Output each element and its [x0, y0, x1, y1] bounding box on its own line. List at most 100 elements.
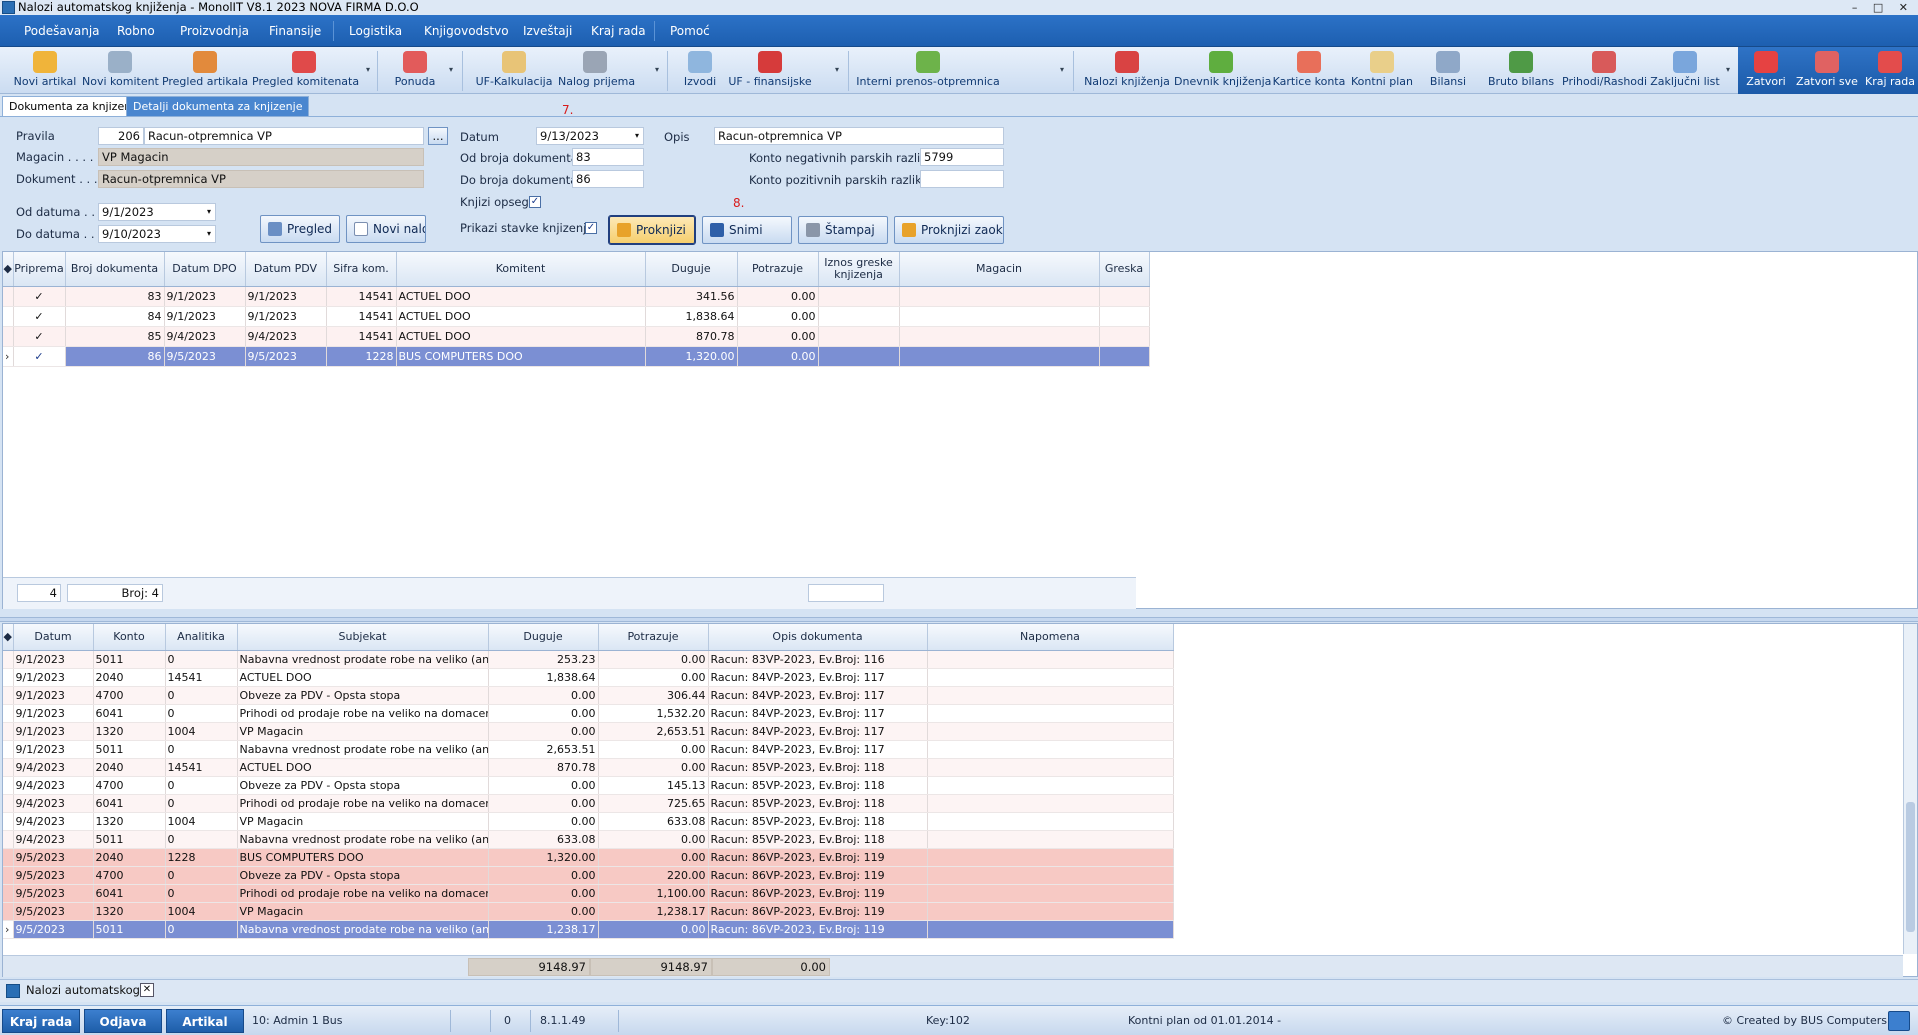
table-row-selected[interactable]: › ✓ 86 9/5/2023 9/5/2023 1228 BUS COMPUT…: [3, 346, 1150, 367]
table-row[interactable]: 9/4/2023 4700 0 Obveze za PDV - Opsta stopa…: [3, 776, 1174, 795]
uf-kalkulacija-button[interactable]: UF-Kalkulacija: [470, 47, 558, 94]
col-opis-dokumenta[interactable]: Opis dokumenta: [708, 624, 928, 651]
menu-podesavanja[interactable]: Podešavanja: [12, 15, 112, 47]
pregled-button[interactable]: Pregled: [260, 215, 340, 243]
menu-finansije[interactable]: Finansije: [257, 15, 333, 47]
interni-prenos-button[interactable]: Interni prenos-otpremnica: [856, 47, 1000, 94]
table-row[interactable]: 9/4/2023 1320 1004 VP Magacin 0.00 633.08 Racu…: [3, 812, 1174, 831]
konto-negativnih-field[interactable]: 5799: [920, 148, 1004, 166]
table-row[interactable]: 9/4/2023 6041 0 Prihodi od prodaje robe na …: [3, 794, 1174, 813]
nalozi-knjizenja-button[interactable]: Nalozi knjiženja: [1082, 47, 1172, 94]
network-icon[interactable]: [1888, 1011, 1910, 1031]
priprema-checkbox[interactable]: ✓: [13, 306, 66, 327]
menu-robno[interactable]: Robno: [105, 15, 167, 47]
chevron-down-icon[interactable]: ▾: [635, 128, 639, 144]
col-greska[interactable]: Greska: [1099, 252, 1150, 287]
table-row[interactable]: 9/1/2023 1320 1004 VP Magacin 0.00 2,653.51 Ra…: [3, 722, 1174, 741]
menu-izvestaji[interactable]: Izveštaji: [511, 15, 584, 47]
tab-detalji-dokumenta[interactable]: Detalji dokumenta za knjizenje: [126, 96, 310, 116]
col-magacin[interactable]: Magacin: [899, 252, 1100, 287]
prihodi-rashodi-button[interactable]: Prihodi/Rashodi: [1562, 47, 1647, 94]
col-duguje[interactable]: Duguje: [488, 624, 599, 651]
col-konto[interactable]: Konto: [93, 624, 166, 651]
pregled-artikala-button[interactable]: Pregled artikala: [160, 47, 250, 94]
window-controls[interactable]: – □ ✕: [1852, 0, 1914, 15]
menu-kraj-rada[interactable]: Kraj rada: [579, 15, 658, 47]
menu-knjigovodstvo[interactable]: Knjigovodstvo: [412, 15, 521, 47]
kontni-plan-button[interactable]: Kontni plan: [1350, 47, 1414, 94]
col-napomena[interactable]: Napomena: [927, 624, 1174, 651]
pravila-lookup-button[interactable]: ...: [428, 127, 448, 145]
table-row-selected[interactable]: › 9/5/2023 5011 0 Nabavna vrednost prodate r…: [3, 920, 1174, 939]
panel-splitter[interactable]: [0, 617, 1918, 622]
konto-pozitivnih-field[interactable]: [920, 170, 1004, 188]
menu-proizvodnja[interactable]: Proizvodnja: [168, 15, 261, 47]
table-row[interactable]: 9/5/2023 2040 1228 BUS COMPUTERS DOO 1,320.0…: [3, 848, 1174, 867]
col-komitent[interactable]: Komitent: [396, 252, 646, 287]
col-potrazuje[interactable]: Potrazuje: [737, 252, 819, 287]
table-row[interactable]: ✓ 83 9/1/2023 9/1/2023 14541 ACTUEL DOO …: [3, 286, 1150, 307]
pravila-code-field[interactable]: 206: [98, 127, 144, 145]
chevron-down-icon[interactable]: ▾: [366, 65, 370, 74]
proknjizi-zaokruzivanje-button[interactable]: Proknjizi zaokruživanje: [894, 216, 1004, 244]
col-duguje[interactable]: Duguje: [645, 252, 738, 287]
table-row[interactable]: 9/1/2023 4700 0 Obveze za PDV - Opsta stopa…: [3, 686, 1174, 705]
entries-vertical-scrollbar[interactable]: [1903, 624, 1917, 954]
datum-field[interactable]: 9/13/2023 ▾: [536, 127, 644, 145]
chevron-down-icon[interactable]: ▾: [207, 226, 211, 242]
menu-pomoc[interactable]: Pomoć: [658, 15, 722, 47]
opis-field[interactable]: Racun-otpremnica VP: [714, 127, 1004, 145]
novi-komitent-button[interactable]: Novi komitent: [82, 47, 159, 94]
od-datuma-field[interactable]: 9/1/2023 ▾: [98, 203, 216, 221]
table-row[interactable]: 9/1/2023 5011 0 Nabavna vrednost prodate ro…: [3, 740, 1174, 759]
table-row[interactable]: 9/5/2023 6041 0 Prihodi od prodaje robe na …: [3, 884, 1174, 903]
table-row[interactable]: 9/1/2023 2040 14541 ACTUEL DOO 1,838.64 0.00 R…: [3, 668, 1174, 687]
dnevnik-knjizenja-button[interactable]: Dnevnik knjiženja: [1174, 47, 1271, 94]
novi-nalog-button[interactable]: Novi nalog: [346, 215, 426, 243]
chevron-down-icon[interactable]: ▾: [207, 204, 211, 220]
col-subjekat[interactable]: Subjekat: [237, 624, 489, 651]
priprema-checkbox[interactable]: ✓: [13, 346, 66, 367]
col-sifra-kom[interactable]: Sifra kom.: [326, 252, 397, 287]
chevron-down-icon[interactable]: ▾: [1726, 65, 1730, 74]
izvodi-button[interactable]: Izvodi: [674, 47, 726, 94]
kartice-konta-button[interactable]: Kartice konta: [1270, 47, 1348, 94]
prikazi-stavke-checkbox[interactable]: ✓: [585, 222, 597, 234]
bilansi-button[interactable]: Bilansi: [1422, 47, 1474, 94]
stampaj-button[interactable]: Štampaj: [798, 216, 888, 244]
zakljucni-list-button[interactable]: Zaključni list: [1648, 47, 1722, 94]
col-broj-dokumenta[interactable]: Broj dokumenta: [65, 252, 165, 287]
zatvori-sve-button[interactable]: Zatvori sve: [1794, 47, 1860, 94]
col-datum-dpo[interactable]: Datum DPO: [164, 252, 246, 287]
table-row[interactable]: 9/4/2023 5011 0 Nabavna vrednost prodate ro…: [3, 830, 1174, 849]
table-row[interactable]: 9/1/2023 5011 0 Nabavna vrednost prodate ro…: [3, 650, 1174, 669]
pregled-komitenata-button[interactable]: Pregled komitenata: [252, 47, 359, 94]
odjava-button[interactable]: Odjava: [84, 1009, 162, 1033]
scrollbar-thumb[interactable]: [1906, 802, 1915, 932]
col-priprema[interactable]: Priprema: [13, 252, 66, 287]
table-row[interactable]: ✓ 84 9/1/2023 9/1/2023 14541 ACTUEL DOO …: [3, 306, 1150, 327]
col-iznos-greske[interactable]: Iznos greske knjizenja: [818, 252, 900, 287]
ponuda-button[interactable]: Ponuda: [384, 47, 446, 94]
pravila-name-field[interactable]: Racun-otpremnica VP: [144, 127, 424, 145]
kraj-rada-button[interactable]: Kraj rada: [1862, 47, 1918, 94]
col-datum-pdv[interactable]: Datum PDV: [245, 252, 327, 287]
bruto-bilans-button[interactable]: Bruto bilans: [1486, 47, 1556, 94]
chevron-down-icon[interactable]: ▾: [1060, 65, 1064, 74]
close-icon[interactable]: ✕: [140, 983, 154, 997]
od-broja-field[interactable]: 83: [572, 148, 644, 166]
table-row[interactable]: 9/5/2023 4700 0 Obveze za PDV - Opsta stopa…: [3, 866, 1174, 885]
document-tab[interactable]: Nalozi automatskog ...: [26, 983, 155, 997]
do-datuma-field[interactable]: 9/10/2023 ▾: [98, 225, 216, 243]
table-row[interactable]: 9/4/2023 2040 14541 ACTUEL DOO 870.78 0.00 Rac…: [3, 758, 1174, 777]
proknjizi-button[interactable]: Proknjizi: [608, 215, 696, 245]
menu-logistika[interactable]: Logistika: [337, 15, 414, 47]
snimi-button[interactable]: Snimi: [702, 216, 792, 244]
nalog-prijema-button[interactable]: Nalog prijema: [558, 47, 635, 94]
zatvori-button[interactable]: Zatvori: [1740, 47, 1792, 94]
table-row[interactable]: ✓ 85 9/4/2023 9/4/2023 14541 ACTUEL DOO …: [3, 326, 1150, 347]
col-potrazuje[interactable]: Potrazuje: [598, 624, 709, 651]
knjizi-opseg-checkbox[interactable]: ✓: [529, 196, 541, 208]
table-row[interactable]: 9/1/2023 6041 0 Prihodi od prodaje robe na …: [3, 704, 1174, 723]
artikal-button[interactable]: Artikal: [166, 1009, 244, 1033]
